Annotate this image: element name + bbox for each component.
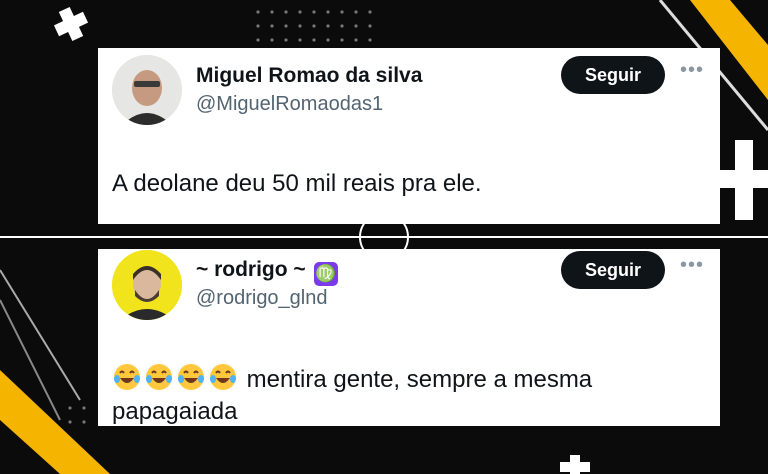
follow-button[interactable]: Seguir xyxy=(561,251,665,289)
plus-icon xyxy=(53,6,89,42)
more-options-icon[interactable]: ••• xyxy=(680,60,704,80)
virgo-icon: ♍ xyxy=(313,262,338,286)
tweet-text-content: mentira gente, sempre a mesma xyxy=(246,366,593,393)
tweet-text-line: papagaiada xyxy=(112,398,238,425)
author-name[interactable]: ~ rodrigo ~ ♍ xyxy=(196,258,338,286)
author-handle[interactable]: @rodrigo_glnd xyxy=(196,287,328,310)
face-with-tears-of-joy-icon xyxy=(210,364,236,390)
author-name-text: ~ rodrigo ~ xyxy=(196,258,306,281)
face-with-tears-of-joy-icon xyxy=(178,364,204,390)
author-handle[interactable]: @MiguelRomaodas1 xyxy=(196,93,383,116)
avatar[interactable] xyxy=(112,250,182,320)
face-with-tears-of-joy-icon xyxy=(146,364,172,390)
tweet-card: Miguel Romao da silva @MiguelRomaodas1 S… xyxy=(98,48,720,224)
follow-button[interactable]: Seguir xyxy=(561,56,665,94)
tweet-text-line: mentira gente, sempre a mesma xyxy=(112,362,672,396)
face-with-tears-of-joy-icon xyxy=(114,364,140,390)
author-name[interactable]: Miguel Romao da silva xyxy=(196,64,422,88)
tweet-text: mentira gente, sempre a mesma papagaiada xyxy=(112,362,672,428)
avatar[interactable] xyxy=(112,55,182,125)
more-options-icon[interactable]: ••• xyxy=(680,255,704,275)
tweet-card: ~ rodrigo ~ ♍ @rodrigo_glnd Seguir ••• m… xyxy=(98,249,720,426)
tweet-text: A deolane deu 50 mil reais pra ele. xyxy=(112,170,482,197)
